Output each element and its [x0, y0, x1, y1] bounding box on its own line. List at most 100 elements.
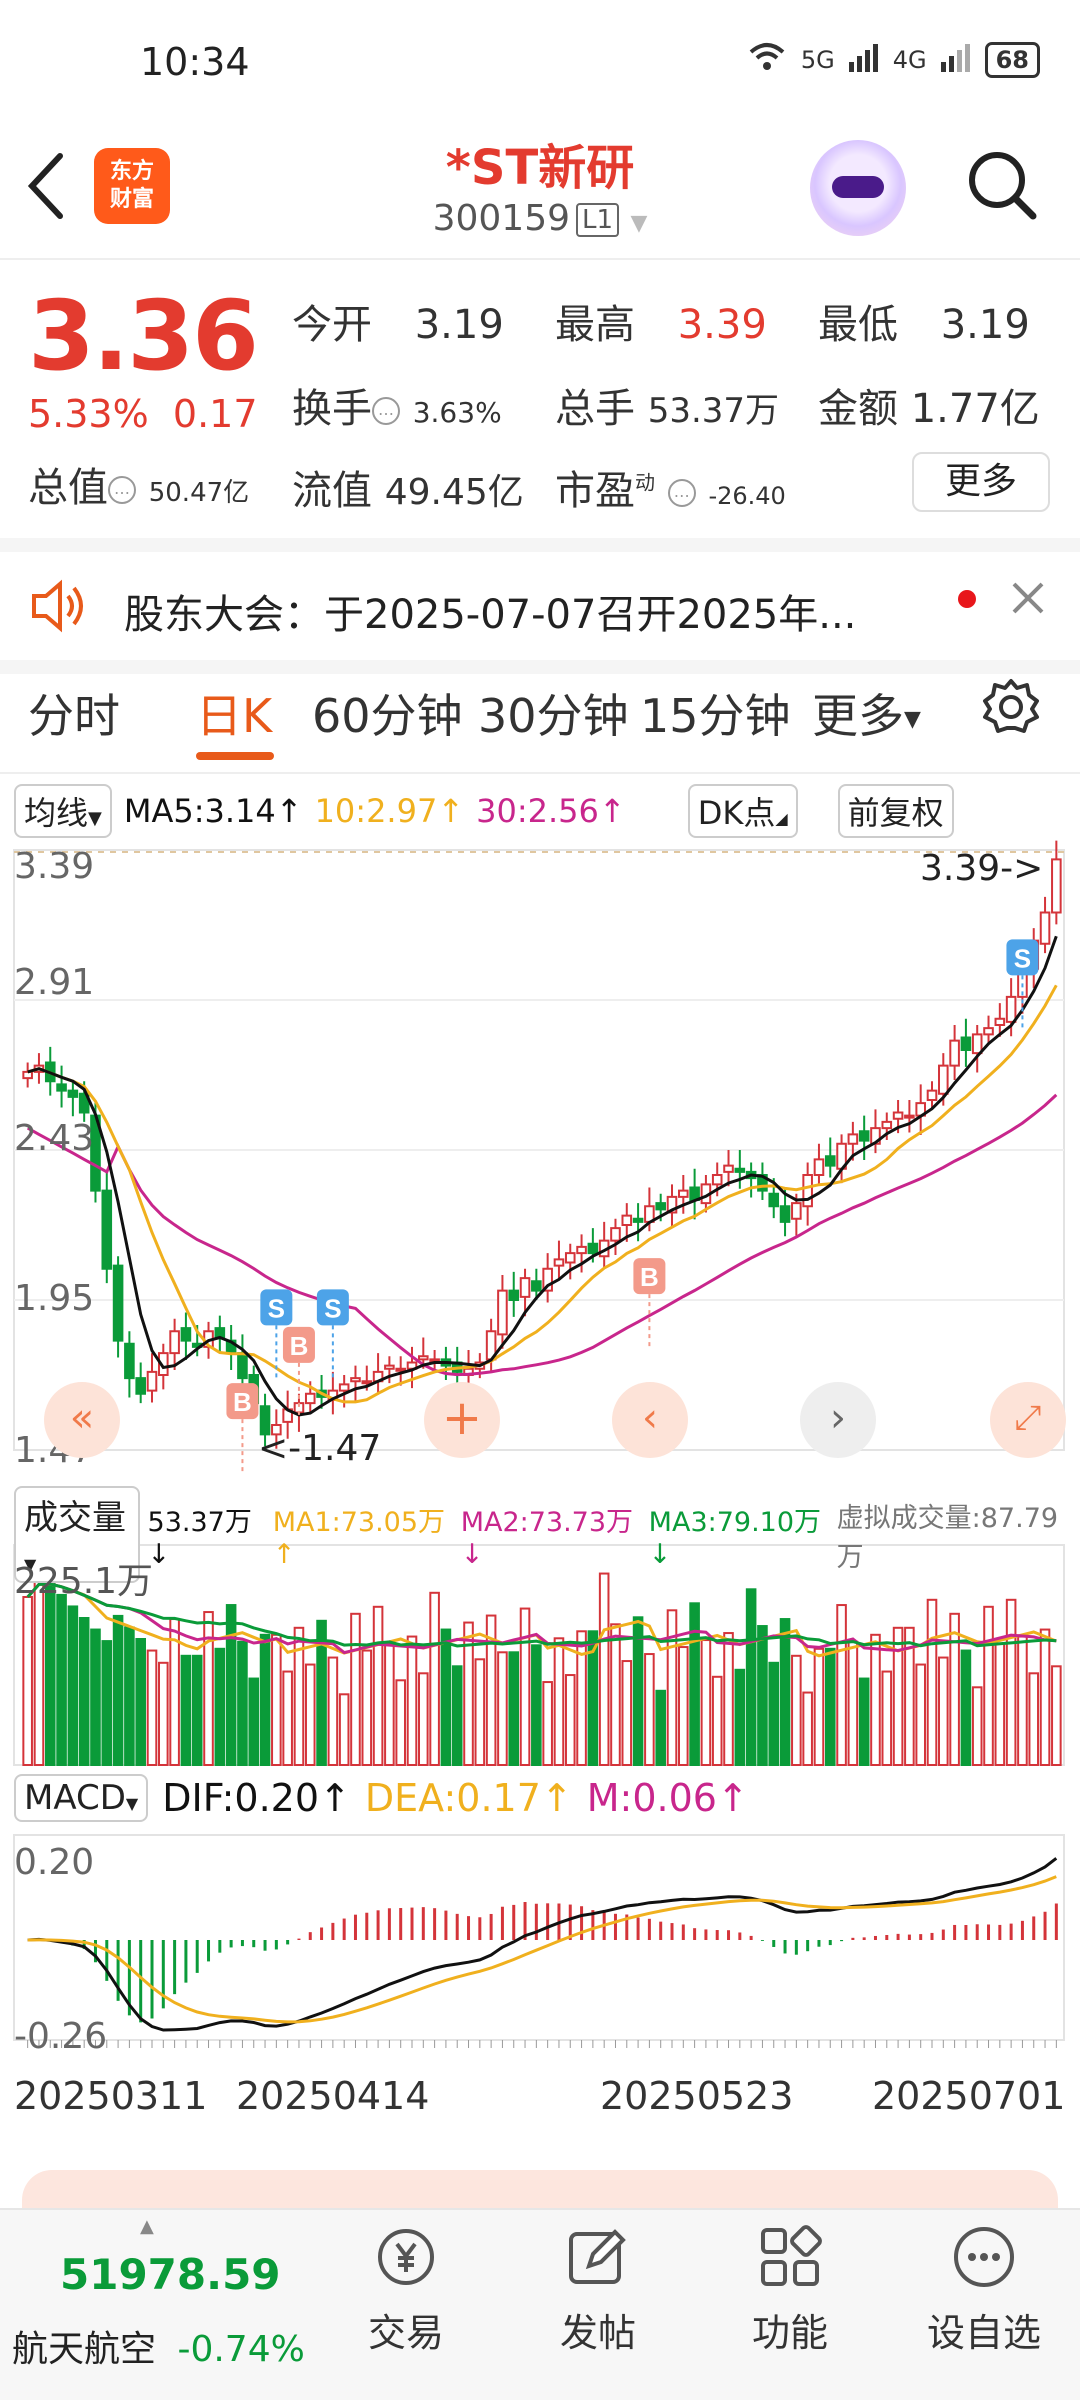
ma-type-label: 均线 [24, 794, 89, 832]
volume-bar [1005, 1598, 1017, 1766]
tab-15min[interactable]: 15分钟 [640, 680, 791, 746]
volume-bar [960, 1649, 972, 1766]
assistant-avatar[interactable] [810, 140, 906, 236]
volume-bar [451, 1665, 463, 1766]
float-row: 流值 49.45亿 [292, 458, 524, 516]
tab-fenshi[interactable]: 分时 [28, 680, 120, 746]
rewind-button[interactable]: « [44, 1382, 120, 1458]
volume-bar [847, 1640, 859, 1766]
vol-ma2: MA2:73.73万↓ [460, 1506, 634, 1570]
divider [0, 772, 1080, 774]
volume-bar [983, 1605, 994, 1766]
turnover-row: 换手… 3.63% [292, 376, 502, 434]
candle [180, 1327, 192, 1342]
info-icon[interactable]: … [667, 479, 696, 507]
divider [0, 258, 1080, 260]
amount-label: 金额 [818, 386, 898, 432]
price-change: 5.33% 0.17 [28, 392, 258, 436]
candle [779, 1205, 791, 1223]
change-value: 0.17 [172, 392, 258, 436]
tab-more-label: 更多 [812, 689, 904, 743]
settings-icon[interactable] [980, 676, 1042, 749]
high-row: 最高 3.39 [555, 292, 767, 350]
nav-post[interactable]: 发帖 [518, 2222, 678, 2357]
turnover-value: 3.63% [412, 396, 502, 429]
index-row[interactable]: 航天航空 -0.74% [12, 2320, 305, 2372]
close-icon[interactable] [1008, 578, 1048, 622]
ma-indicator-bar: 均线▼ MA5:3.14↑ 10:2.97↑ 30:2.56↑ DK点◢ 前复权 [14, 784, 1066, 838]
mktcap-label: 总值 [28, 465, 108, 511]
volume-bar [350, 1612, 361, 1766]
candle [610, 1227, 621, 1242]
price-tick-4: 1.95 [14, 1278, 95, 1319]
volume-bar [768, 1661, 780, 1766]
volume-bar [384, 1642, 395, 1766]
ma5-value: MA5:3.14↑ [123, 792, 303, 830]
adjust-button[interactable]: 前复权 [837, 784, 954, 838]
vol-value: 53.37万↓ [147, 1506, 252, 1570]
tab-more[interactable]: 更多▼ [812, 680, 921, 746]
candle [508, 1289, 520, 1301]
volume-bar [361, 1649, 373, 1766]
add-drawing-button[interactable]: + [424, 1382, 500, 1458]
candle [960, 1036, 972, 1051]
dropdown-icon: ▼ [88, 808, 102, 829]
expand-up-icon[interactable]: ▲ [140, 2216, 154, 2237]
macd-dea: DEA:0.17↑ [364, 1776, 573, 1820]
notice-text: 股东大会：于2025-07-07召开2025年... [124, 592, 857, 638]
open-label: 今开 [292, 302, 372, 348]
nav-add-watchlist[interactable]: 设自选 [904, 2222, 1064, 2357]
candle [824, 1155, 836, 1167]
expand-icon[interactable]: ⤢ [990, 1382, 1066, 1458]
volume-bar [666, 1609, 678, 1766]
search-icon[interactable] [965, 148, 1039, 222]
ma-type-select[interactable]: 均线▼ [14, 784, 112, 838]
volume-bar [101, 1640, 113, 1766]
candle [531, 1280, 542, 1292]
macd-select[interactable]: MACD▼ [14, 1774, 149, 1822]
tab-daily-k[interactable]: 日K [196, 680, 272, 746]
low-marker: <-1.47 [258, 1428, 382, 1469]
volume-bar [870, 1633, 881, 1766]
signal-letter: S [268, 1293, 285, 1323]
volume-bar [508, 1651, 520, 1766]
tab-30min[interactable]: 30分钟 [478, 680, 629, 746]
volume-bar [926, 1598, 938, 1766]
more-button[interactable]: 更多 [912, 452, 1050, 512]
nav-post-label: 发帖 [559, 2311, 636, 2355]
volume-bar [44, 1582, 56, 1766]
index-value[interactable]: 51978.59 [60, 2250, 281, 2299]
volume-bar [237, 1640, 248, 1766]
prev-button[interactable]: ‹ [612, 1382, 688, 1458]
grid-icon [755, 2222, 825, 2292]
candle [67, 1089, 79, 1098]
volume-bar [711, 1675, 723, 1766]
info-icon[interactable]: … [372, 397, 400, 425]
tab-60min[interactable]: 60分钟 [312, 680, 463, 746]
next-button[interactable]: › [800, 1382, 876, 1458]
nav-trade[interactable]: 交易 [326, 2222, 486, 2357]
volume-bar [327, 1656, 339, 1766]
signal-letter: B [640, 1262, 659, 1292]
candle [802, 1174, 813, 1208]
info-icon[interactable]: … [108, 476, 136, 504]
nav-function[interactable]: 功能 [710, 2222, 870, 2357]
volume-bar [949, 1612, 960, 1766]
volume-bar [553, 1637, 565, 1766]
stock-code-row[interactable]: 300159 L1 ▼ [0, 198, 1080, 239]
candle [384, 1364, 395, 1370]
index-change: -0.74% [177, 2329, 305, 2370]
volume-bar [531, 1644, 542, 1766]
volume-bar [497, 1651, 508, 1766]
candle [350, 1377, 361, 1383]
candle [881, 1120, 893, 1130]
volume-bar [519, 1607, 531, 1766]
volume-bar [836, 1604, 847, 1766]
volume-bar [700, 1639, 712, 1766]
notice-bar[interactable]: 股东大会：于2025-07-07召开2025年... [0, 552, 1080, 664]
volume-bar [225, 1604, 237, 1766]
dk-point-button[interactable]: DK点◢ [687, 784, 798, 838]
volume-bar [1051, 1665, 1062, 1766]
candle [124, 1342, 135, 1380]
volume-indicator-bar: 成交量▼ 53.37万↓ MA1:73.05万↑ MA2:73.73万↓ MA3… [14, 1486, 1066, 1583]
